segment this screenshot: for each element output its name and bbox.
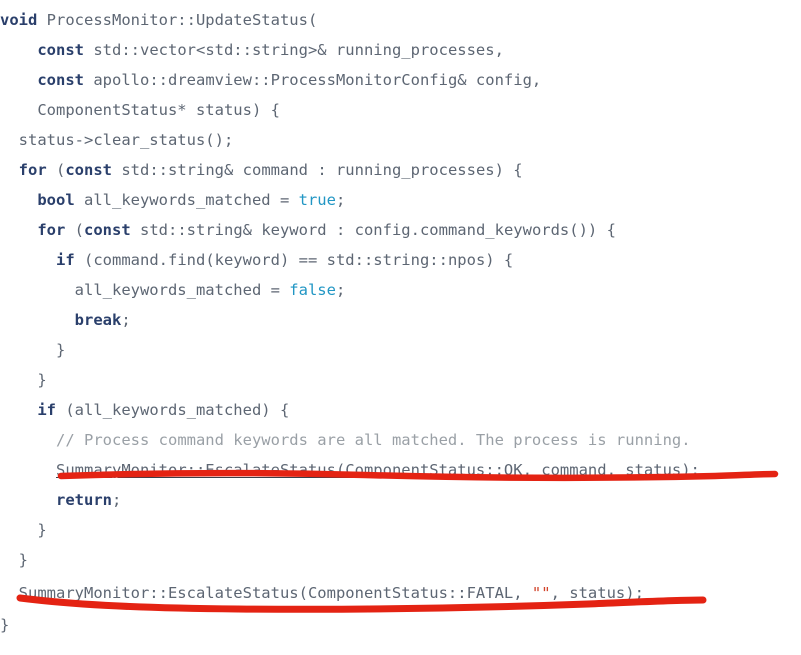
code-token: if — [56, 251, 75, 269]
code-line: } — [0, 365, 801, 395]
code-line: } — [0, 515, 801, 545]
code-token: } — [0, 551, 28, 569]
code-line: break; — [0, 305, 801, 335]
code-token: ; — [112, 491, 122, 509]
code-line: bool all_keywords_matched = true; — [0, 185, 801, 215]
code-line: status->clear_status(); — [0, 125, 801, 155]
code-line: for (const std::string& keyword : config… — [0, 215, 801, 245]
code-token: (all_keywords_matched) { — [56, 401, 290, 419]
code-token: } — [0, 616, 10, 634]
code-token: (command.find(keyword) == std::string::n… — [74, 251, 514, 269]
code-token: } — [0, 521, 47, 539]
code-token: SummaryMonitor::EscalateStatus(Component… — [0, 584, 532, 602]
code-token: bool — [37, 191, 75, 209]
code-token: } — [0, 341, 66, 359]
code-token: std::string& keyword : config.command_ke… — [130, 221, 616, 239]
code-snippet-view: void ProcessMonitor::UpdateStatus( const… — [0, 0, 801, 655]
code-token: ProcessMonitor::UpdateStatus( — [37, 11, 318, 29]
code-token: const — [37, 41, 84, 59]
code-token: void — [0, 11, 38, 29]
code-line: } — [0, 610, 801, 640]
code-line: const apollo::dreamview::ProcessMonitorC… — [0, 65, 801, 95]
code-token: for — [37, 221, 66, 239]
code-token: const — [37, 71, 84, 89]
code-line: void ProcessMonitor::UpdateStatus( — [0, 5, 801, 35]
code-line: // Process command keywords are all matc… — [0, 425, 801, 455]
code-token: // Process command keywords are all matc… — [56, 431, 691, 449]
code-token: std::vector<std::string>& running_proces… — [84, 41, 504, 59]
code-token: if — [37, 401, 56, 419]
code-token: std::string& command : running_processes… — [112, 161, 523, 179]
code-token: ( — [65, 221, 84, 239]
code-token: const — [84, 221, 131, 239]
code-line: const std::vector<std::string>& running_… — [0, 35, 801, 65]
code-line: SummaryMonitor::EscalateStatus(Component… — [0, 455, 801, 485]
code-token: "" — [531, 584, 551, 602]
code-token: false — [289, 281, 336, 299]
code-token: for — [18, 161, 47, 179]
code-line: all_keywords_matched = false; — [0, 275, 801, 305]
code-token: status->clear_status(); — [0, 131, 234, 149]
code-token: apollo::dreamview::ProcessMonitorConfig&… — [84, 71, 542, 89]
code-line: if (all_keywords_matched) { — [0, 395, 801, 425]
code-token: break — [74, 311, 122, 329]
code-token: const — [65, 161, 113, 179]
code-token: ; — [121, 311, 131, 329]
code-token: return — [56, 491, 112, 509]
code-token: all_keywords_matched = — [74, 191, 299, 209]
code-token: ; — [335, 191, 346, 209]
code-line: SummaryMonitor::EscalateStatus(Component… — [0, 578, 801, 608]
code-token: ComponentStatus* status) { — [0, 101, 280, 119]
code-token: true — [298, 191, 336, 209]
code-line: ComponentStatus* status) { — [0, 95, 801, 125]
code-line: if (command.find(keyword) == std::string… — [0, 245, 801, 275]
code-token: ( — [46, 161, 66, 179]
code-line: for (const std::string& command : runnin… — [0, 155, 801, 185]
code-line: } — [0, 335, 801, 365]
code-token: SummaryMonitor::EscalateStatus(Component… — [56, 461, 700, 479]
code-token: } — [0, 371, 47, 389]
code-token: , status); — [550, 584, 644, 602]
code-line: return; — [0, 485, 801, 515]
code-line: } — [0, 545, 801, 575]
code-token: ; — [335, 281, 346, 299]
code-token: all_keywords_matched = — [0, 281, 290, 299]
